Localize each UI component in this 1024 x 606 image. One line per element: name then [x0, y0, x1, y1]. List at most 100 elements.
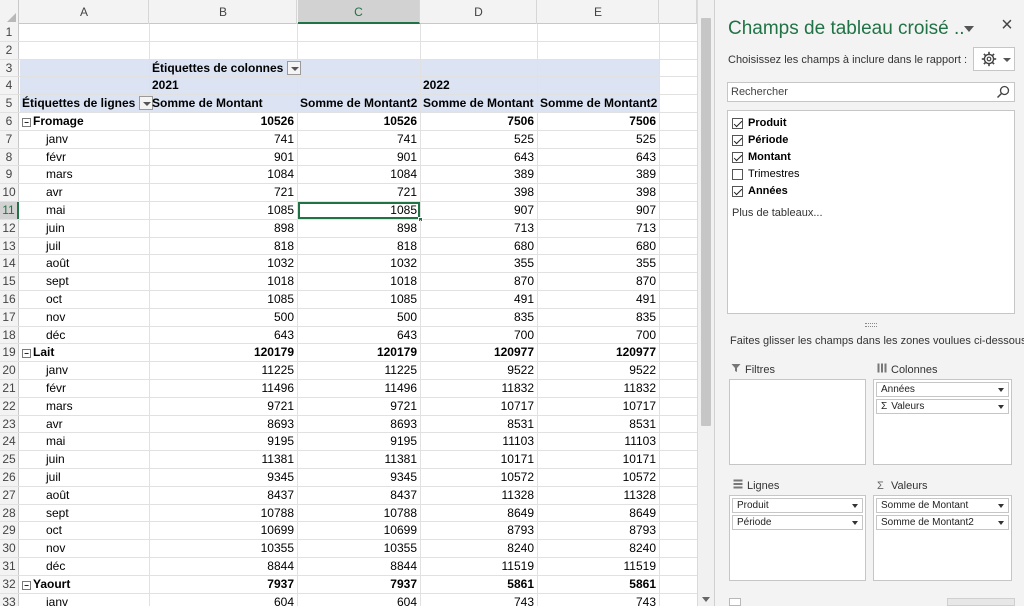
item-label-cell[interactable]: févr — [20, 149, 149, 166]
row-number[interactable]: 12 — [0, 219, 19, 237]
value-cell[interactable]: 907 — [421, 202, 537, 219]
group-label-cell[interactable]: − Lait — [20, 344, 149, 361]
value-cell[interactable]: 1018 — [150, 273, 297, 290]
value-cell[interactable]: 10526 — [150, 113, 297, 130]
row-number[interactable]: 24 — [0, 433, 19, 451]
row-number[interactable]: 26 — [0, 468, 19, 486]
item-label-cell[interactable]: janv — [20, 362, 149, 379]
value-cell[interactable]: 8693 — [150, 416, 297, 433]
value-cell[interactable]: 11103 — [421, 433, 537, 450]
row-number[interactable]: 22 — [0, 397, 19, 415]
value-cell[interactable]: 10355 — [150, 540, 297, 557]
rows-zone-item[interactable]: Produit — [732, 498, 863, 513]
item-label-cell[interactable]: juil — [20, 238, 149, 255]
field-item[interactable]: Produit — [730, 115, 1014, 132]
value-cell[interactable]: 11225 — [150, 362, 297, 379]
collapse-toggle-icon[interactable]: − — [22, 580, 31, 590]
value-cell[interactable]: 491 — [538, 291, 659, 308]
item-label-cell[interactable]: oct — [20, 522, 149, 539]
value-cell[interactable]: 11328 — [421, 487, 537, 504]
row-number[interactable]: 1 — [0, 24, 19, 41]
value-cell[interactable]: 898 — [150, 220, 297, 237]
value-cell[interactable]: 8793 — [421, 522, 537, 539]
value-cell[interactable]: 120977 — [421, 344, 537, 361]
tools-button[interactable] — [973, 47, 1015, 71]
value-cell[interactable]: 680 — [421, 238, 537, 255]
value-cell[interactable]: 643 — [538, 149, 659, 166]
value-cell[interactable]: 643 — [421, 149, 537, 166]
row-number[interactable]: 3 — [0, 59, 19, 77]
value-cell[interactable]: 389 — [538, 166, 659, 183]
field-item[interactable]: Montant — [730, 149, 1014, 166]
value-cell[interactable]: 1084 — [150, 166, 297, 183]
checkbox-unchecked-icon[interactable] — [732, 169, 743, 180]
row-number[interactable]: 23 — [0, 415, 19, 433]
item-label-cell[interactable]: nov — [20, 309, 149, 326]
value-cell[interactable]: 8240 — [538, 540, 659, 557]
value-cell[interactable]: 10171 — [421, 451, 537, 468]
item-label-cell[interactable]: avr — [20, 416, 149, 433]
columns-zone-item[interactable]: Σ Valeurs — [876, 399, 1009, 414]
row-number[interactable]: 16 — [0, 290, 19, 308]
field-search-input[interactable]: Rechercher — [727, 82, 1015, 102]
value-cell[interactable]: 10526 — [298, 113, 420, 130]
row-number[interactable]: 15 — [0, 273, 19, 290]
column-header-b[interactable]: B — [150, 0, 297, 24]
row-number[interactable]: 10 — [0, 184, 19, 201]
value-cell[interactable]: 5861 — [421, 576, 537, 593]
value-cell[interactable]: 355 — [421, 255, 537, 272]
value-cell[interactable]: 10717 — [421, 398, 537, 415]
pivot-header-cell[interactable]: 2021 — [150, 77, 297, 94]
item-label-cell[interactable]: mai — [20, 433, 149, 450]
row-number[interactable]: 33 — [0, 593, 19, 606]
field-item[interactable]: Trimestres — [730, 166, 1014, 183]
value-cell[interactable]: 10572 — [421, 469, 537, 486]
field-item[interactable]: Années — [730, 183, 1014, 200]
row-number[interactable]: 4 — [0, 77, 19, 95]
value-cell[interactable]: 11496 — [150, 380, 297, 397]
value-cell[interactable]: 11832 — [538, 380, 659, 397]
value-cell[interactable]: 11832 — [421, 380, 537, 397]
value-cell[interactable]: 8649 — [538, 505, 659, 522]
value-cell[interactable]: 743 — [421, 594, 537, 606]
dropdown-arrow-icon[interactable] — [852, 521, 858, 525]
item-label-cell[interactable]: janv — [20, 594, 149, 606]
item-label-cell[interactable]: janv — [20, 131, 149, 148]
value-cell[interactable]: 907 — [538, 202, 659, 219]
close-pane-button[interactable]: × — [997, 14, 1017, 37]
value-cell[interactable]: 8531 — [538, 416, 659, 433]
item-label-cell[interactable]: oct — [20, 291, 149, 308]
item-label-cell[interactable]: juin — [20, 220, 149, 237]
row-number[interactable]: 17 — [0, 308, 19, 326]
value-cell[interactable]: 901 — [298, 149, 420, 166]
value-cell[interactable]: 11381 — [150, 451, 297, 468]
value-cell[interactable]: 1032 — [150, 255, 297, 272]
value-cell[interactable]: 1084 — [298, 166, 420, 183]
value-cell[interactable]: 11381 — [298, 451, 420, 468]
row-number[interactable]: 30 — [0, 540, 19, 557]
item-label-cell[interactable]: sept — [20, 273, 149, 290]
collapse-toggle-icon[interactable]: − — [22, 349, 31, 359]
item-label-cell[interactable]: sept — [20, 505, 149, 522]
row-number[interactable]: 5 — [0, 95, 19, 112]
item-label-cell[interactable]: nov — [20, 540, 149, 557]
pivot-header-cell[interactable]: Étiquettes de lignes — [20, 95, 154, 112]
checkbox-checked-icon[interactable] — [732, 186, 743, 197]
item-label-cell[interactable]: août — [20, 255, 149, 272]
value-cell[interactable]: 721 — [298, 184, 420, 201]
item-label-cell[interactable]: déc — [20, 327, 149, 344]
values-zone[interactable]: Somme de Montant Somme de Montant2 — [873, 495, 1012, 581]
row-number[interactable]: 7 — [0, 130, 19, 148]
value-cell[interactable]: 398 — [538, 184, 659, 201]
value-cell[interactable]: 870 — [421, 273, 537, 290]
selected-cell[interactable]: 1085 — [298, 201, 423, 222]
value-cell[interactable]: 10699 — [298, 522, 420, 539]
select-all-corner[interactable] — [0, 0, 19, 24]
value-cell[interactable]: 491 — [421, 291, 537, 308]
pivot-header-cell[interactable]: Étiquettes de colonnes — [150, 60, 302, 77]
item-label-cell[interactable]: mai — [20, 202, 149, 219]
value-cell[interactable]: 741 — [150, 131, 297, 148]
value-cell[interactable]: 741 — [298, 131, 420, 148]
item-label-cell[interactable]: déc — [20, 558, 149, 575]
value-cell[interactable]: 120977 — [538, 344, 659, 361]
